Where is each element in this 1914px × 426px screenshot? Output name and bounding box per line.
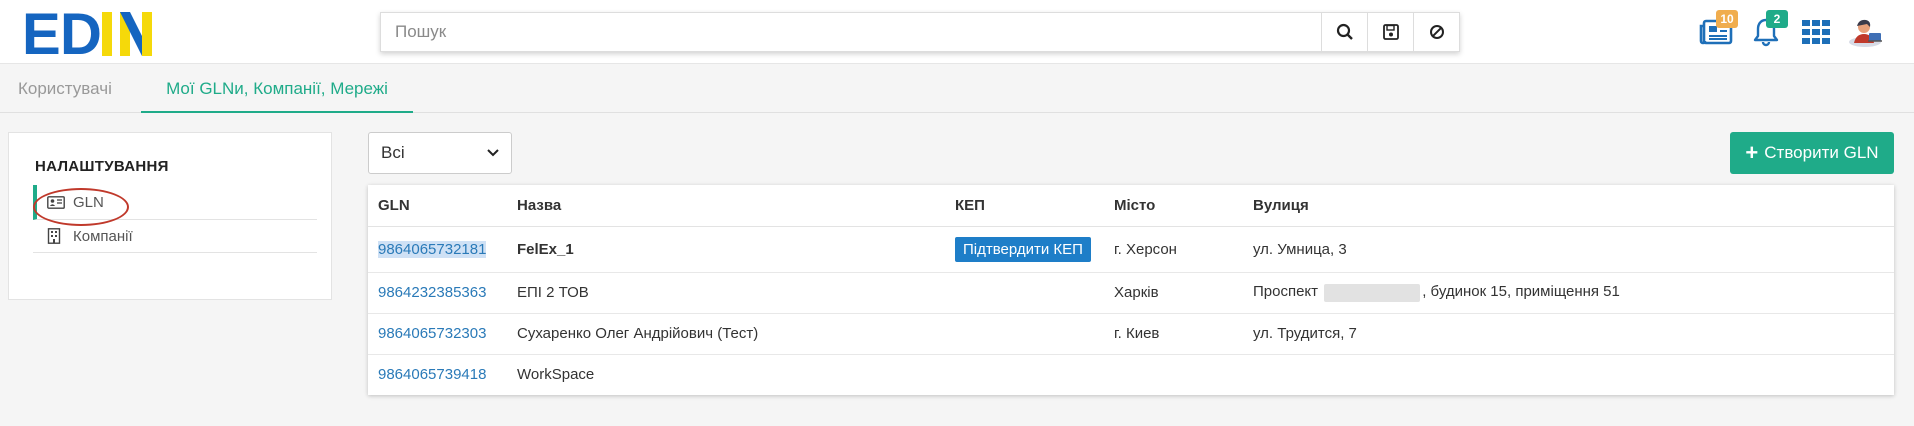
table-row[interactable]: 9864065732181 FelEx_1 Підтвердити КЕП г.… — [368, 226, 1894, 273]
kep-cell — [945, 354, 1104, 395]
id-card-icon — [47, 194, 65, 210]
apps-button[interactable] — [1796, 14, 1836, 50]
kep-cell — [945, 313, 1104, 355]
edin-logo[interactable]: E D — [22, 6, 158, 58]
search-icon — [1336, 23, 1353, 40]
street-cell — [1243, 354, 1894, 395]
create-gln-label: Створити GLN — [1764, 143, 1879, 162]
company-name: Сухаренко Олег Андрійович (Тест) — [507, 313, 945, 355]
search-input[interactable] — [381, 13, 1321, 51]
column-header[interactable]: Назва — [507, 185, 945, 227]
header-actions: 10 2 — [1690, 10, 1900, 50]
gln-link[interactable]: 9864065732181 — [378, 240, 487, 258]
gln-table: GLN Назва КЕП Місто Вулиця 9864065732181… — [368, 185, 1894, 395]
search-button[interactable] — [1321, 13, 1367, 51]
notifications-button[interactable]: 2 — [1746, 10, 1788, 50]
building-icon — [47, 228, 65, 244]
column-header[interactable]: КЕП — [945, 185, 1104, 227]
street-cell: ул. Трудится, 7 — [1243, 313, 1894, 355]
news-button[interactable]: 10 — [1696, 10, 1738, 50]
column-header[interactable]: Місто — [1104, 185, 1243, 227]
news-badge: 10 — [1716, 10, 1738, 28]
sidebar-item-companies[interactable]: Компанії — [33, 220, 317, 253]
tab-bar: Користувачі Мої GLNи, Компанії, Мережі — [0, 65, 1914, 113]
kep-cell — [945, 272, 1104, 314]
save-icon — [1382, 24, 1399, 40]
svg-text:D: D — [60, 6, 102, 58]
filter-selected-value: Всі — [381, 143, 405, 162]
settings-title: НАЛАШТУВАННЯ — [35, 158, 169, 175]
company-name: WorkSpace — [517, 366, 595, 384]
clear-search-button[interactable] — [1413, 13, 1459, 51]
street-cell: Проспект , будинок 15, приміщення 51 — [1243, 272, 1894, 314]
table-row[interactable]: 9864065732303 Сухаренко Олег Андрійович … — [368, 313, 1894, 355]
save-search-button[interactable] — [1367, 13, 1413, 51]
city-cell: г. Херсон — [1104, 226, 1243, 273]
confirm-kep-button[interactable]: Підтвердити КЕП — [955, 236, 1091, 262]
street-suffix: , будинок 15, приміщення 51 — [1422, 283, 1620, 301]
search-bar — [380, 12, 1460, 52]
city-cell — [1104, 354, 1243, 395]
column-header[interactable]: GLN — [368, 185, 507, 227]
street-prefix: Проспект — [1253, 283, 1319, 301]
block-icon — [1429, 25, 1444, 39]
create-gln-button[interactable]: + Створити GLN — [1730, 132, 1894, 174]
table-header: GLN Назва КЕП Місто Вулиця — [368, 185, 1894, 227]
redacted-text — [1324, 283, 1421, 302]
company-name: ЕПІ 2 ТОВ — [507, 272, 945, 314]
gln-link[interactable]: 9864065739418 — [378, 366, 486, 383]
gln-link[interactable]: 9864065732303 — [378, 325, 486, 342]
table-row[interactable]: 9864065739418 WorkSpace — [368, 354, 1894, 395]
svg-text:E: E — [22, 6, 61, 58]
city-cell: г. Киев — [1104, 313, 1243, 355]
user-avatar-button[interactable] — [1846, 14, 1886, 50]
table-row[interactable]: 9864232385363 ЕПІ 2 ТОВ Харків Проспект … — [368, 272, 1894, 314]
sidebar-item-gln[interactable]: GLN — [33, 185, 317, 220]
settings-panel: НАЛАШТУВАННЯ GLN Компанії — [8, 132, 332, 300]
gln-link[interactable]: 9864232385363 — [378, 284, 486, 301]
company-name: FelEx_1 — [507, 226, 945, 273]
top-bar: E D Пошук 10 2 — [0, 0, 1914, 64]
avatar-icon — [1849, 19, 1882, 47]
city-cell: Харків — [1104, 272, 1243, 314]
street-cell: ул. Умница, 3 — [1243, 226, 1894, 273]
sidebar-item-label: Компанії — [73, 227, 133, 245]
grid-icon — [1802, 20, 1830, 44]
tab-users[interactable]: Користувачі — [18, 65, 112, 113]
tab-my-glns[interactable]: Мої GLNи, Компанії, Мережі — [141, 65, 413, 113]
sidebar-item-label: GLN — [73, 193, 104, 211]
chevron-down-icon — [487, 149, 499, 157]
column-header[interactable]: Вулиця — [1243, 185, 1894, 227]
notifications-badge: 2 — [1766, 10, 1788, 28]
filter-select[interactable]: Всі — [368, 132, 512, 174]
plus-icon: + — [1745, 140, 1759, 165]
